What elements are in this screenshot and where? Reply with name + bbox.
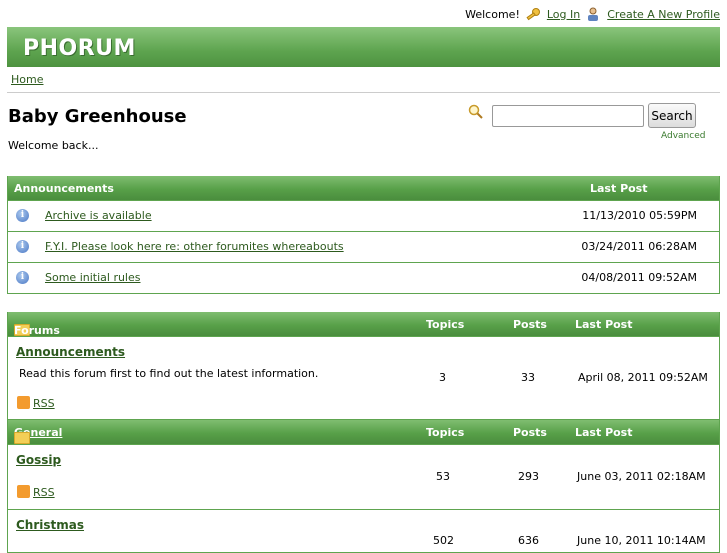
announcement-link[interactable]: Some initial rules — [45, 271, 141, 284]
search-button[interactable]: Search — [648, 103, 696, 128]
welcome-text: Welcome! — [465, 7, 520, 21]
forum-topics: 53 — [436, 470, 450, 483]
forum-title-link[interactable]: Christmas — [16, 518, 84, 532]
search-icon — [468, 104, 483, 119]
info-icon: i — [16, 240, 29, 253]
general-header: General Topics Posts Last Post — [8, 419, 719, 444]
rss-icon — [17, 485, 30, 498]
forum-description: Read this forum first to find out the la… — [19, 367, 319, 380]
forum-last-post: April 08, 2011 09:52AM — [578, 371, 708, 384]
announcement-row: i Some initial rules 04/08/2011 09:52AM — [8, 262, 719, 293]
divider — [7, 92, 720, 93]
key-icon — [526, 7, 541, 21]
rss-icon — [17, 396, 30, 409]
forum-last-post: June 10, 2011 10:14AM — [577, 534, 706, 547]
forums-header: Forums Topics Posts Last Post — [8, 312, 719, 337]
forum-row: Christmas 502 636 June 10, 2011 10:14AM — [8, 509, 719, 552]
folder-icon — [14, 432, 30, 444]
advanced-search-link[interactable]: Advanced — [661, 131, 705, 141]
forum-topics: 502 — [433, 534, 454, 547]
page-title: Baby Greenhouse — [8, 106, 187, 127]
forum-posts: 293 — [518, 470, 539, 483]
info-icon: i — [16, 271, 29, 284]
breadcrumb-home[interactable]: Home — [11, 73, 43, 86]
announcement-date: 03/24/2011 06:28AM — [581, 240, 697, 253]
rss-link[interactable]: RSS — [17, 485, 55, 499]
site-header: PHORUM — [7, 27, 720, 67]
last-post-header: Last Post — [575, 318, 633, 331]
forum-row: Gossip RSS 53 293 June 03, 2011 02:18AM — [8, 444, 719, 509]
last-post-header: Last Post — [575, 426, 633, 439]
forums-table: Forums Topics Posts Last Post Announceme… — [7, 312, 720, 553]
topics-header: Topics — [426, 318, 465, 331]
topics-header: Topics — [426, 426, 465, 439]
site-logo[interactable]: PHORUM — [23, 36, 136, 61]
forum-title-link[interactable]: Gossip — [16, 453, 61, 467]
announcements-table: Announcements Last Post i Archive is ava… — [7, 176, 720, 294]
posts-header: Posts — [513, 426, 547, 439]
create-profile-link[interactable]: Create A New Profile — [607, 8, 720, 21]
login-link[interactable]: Log In — [547, 8, 580, 21]
announcement-link[interactable]: F.Y.I. Please look here re: other forumi… — [45, 240, 344, 253]
page-description: Welcome back... — [8, 139, 99, 152]
announcement-row: i F.Y.I. Please look here re: other foru… — [8, 231, 719, 262]
last-post-header: Last Post — [590, 182, 648, 195]
breadcrumb: Home — [11, 73, 43, 86]
forum-title-link[interactable]: Announcements — [16, 345, 125, 359]
forum-topics: 3 — [439, 371, 446, 384]
search-input[interactable] — [492, 105, 644, 127]
forum-posts: 636 — [518, 534, 539, 547]
announcement-date: 04/08/2011 09:52AM — [581, 271, 697, 284]
top-user-bar: Welcome! Log In Create A New Profile — [465, 7, 720, 21]
info-icon: i — [16, 209, 29, 222]
announcement-date: 11/13/2010 05:59PM — [582, 209, 697, 222]
user-icon — [586, 7, 601, 21]
forum-row: Announcements Read this forum first to f… — [8, 336, 719, 419]
posts-header: Posts — [513, 318, 547, 331]
announcement-row: i Archive is available 11/13/2010 05:59P… — [8, 200, 719, 231]
forum-posts: 33 — [521, 371, 535, 384]
forum-last-post: June 03, 2011 02:18AM — [577, 470, 706, 483]
rss-link[interactable]: RSS — [17, 396, 55, 410]
announcements-header: Announcements Last Post — [8, 176, 719, 200]
announcements-header-label: Announcements — [14, 182, 114, 195]
announcement-link[interactable]: Archive is available — [45, 209, 152, 222]
